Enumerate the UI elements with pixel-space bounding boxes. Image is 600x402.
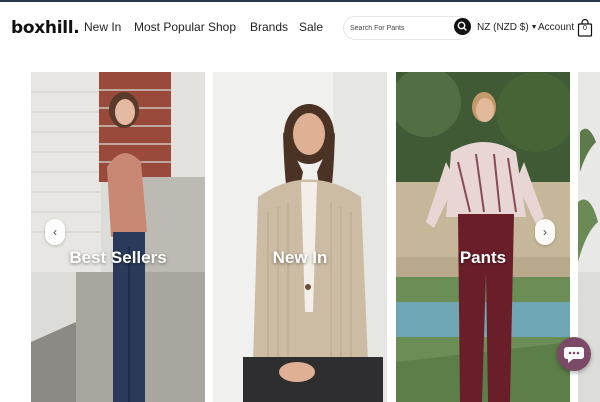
nav-most-popular[interactable]: Most Popular	[134, 20, 205, 34]
carousel-prev-button[interactable]: ‹	[45, 219, 65, 245]
card-title-new-in: New In	[272, 248, 328, 267]
cart-count: 0	[583, 25, 587, 32]
nav-new-in[interactable]: New In	[84, 20, 121, 34]
currency-label: NZ (NZD $)	[477, 22, 529, 33]
nav-brands[interactable]: Brands	[250, 20, 288, 34]
account-link[interactable]: Account	[538, 22, 574, 33]
carousel-next-button[interactable]: ›	[535, 219, 555, 245]
search-input[interactable]	[350, 22, 450, 35]
search-box	[343, 16, 471, 40]
cart-button[interactable]: 0	[577, 18, 593, 37]
nav-shop[interactable]: Shop	[208, 20, 236, 34]
currency-selector[interactable]: NZ (NZD $) ▼	[477, 22, 538, 33]
chevron-left-icon: ‹	[53, 225, 57, 239]
search-button[interactable]	[454, 18, 471, 35]
card-title-pants: Pants	[459, 248, 507, 267]
chevron-down-icon: ▼	[530, 24, 538, 31]
site-header: boxhill. New In Most Popular Shop Brands…	[0, 2, 600, 54]
chevron-right-icon: ›	[543, 225, 547, 239]
chat-button[interactable]	[557, 337, 591, 371]
card-title-best-sellers: Best Sellers	[69, 248, 167, 267]
new-in-photo	[213, 72, 387, 402]
site-logo[interactable]: boxhill.	[11, 18, 80, 38]
chat-bubble-icon	[564, 347, 584, 363]
category-card-new-in[interactable]: New In	[213, 72, 387, 402]
nav-sale[interactable]: Sale	[299, 20, 323, 34]
search-icon	[457, 21, 467, 31]
